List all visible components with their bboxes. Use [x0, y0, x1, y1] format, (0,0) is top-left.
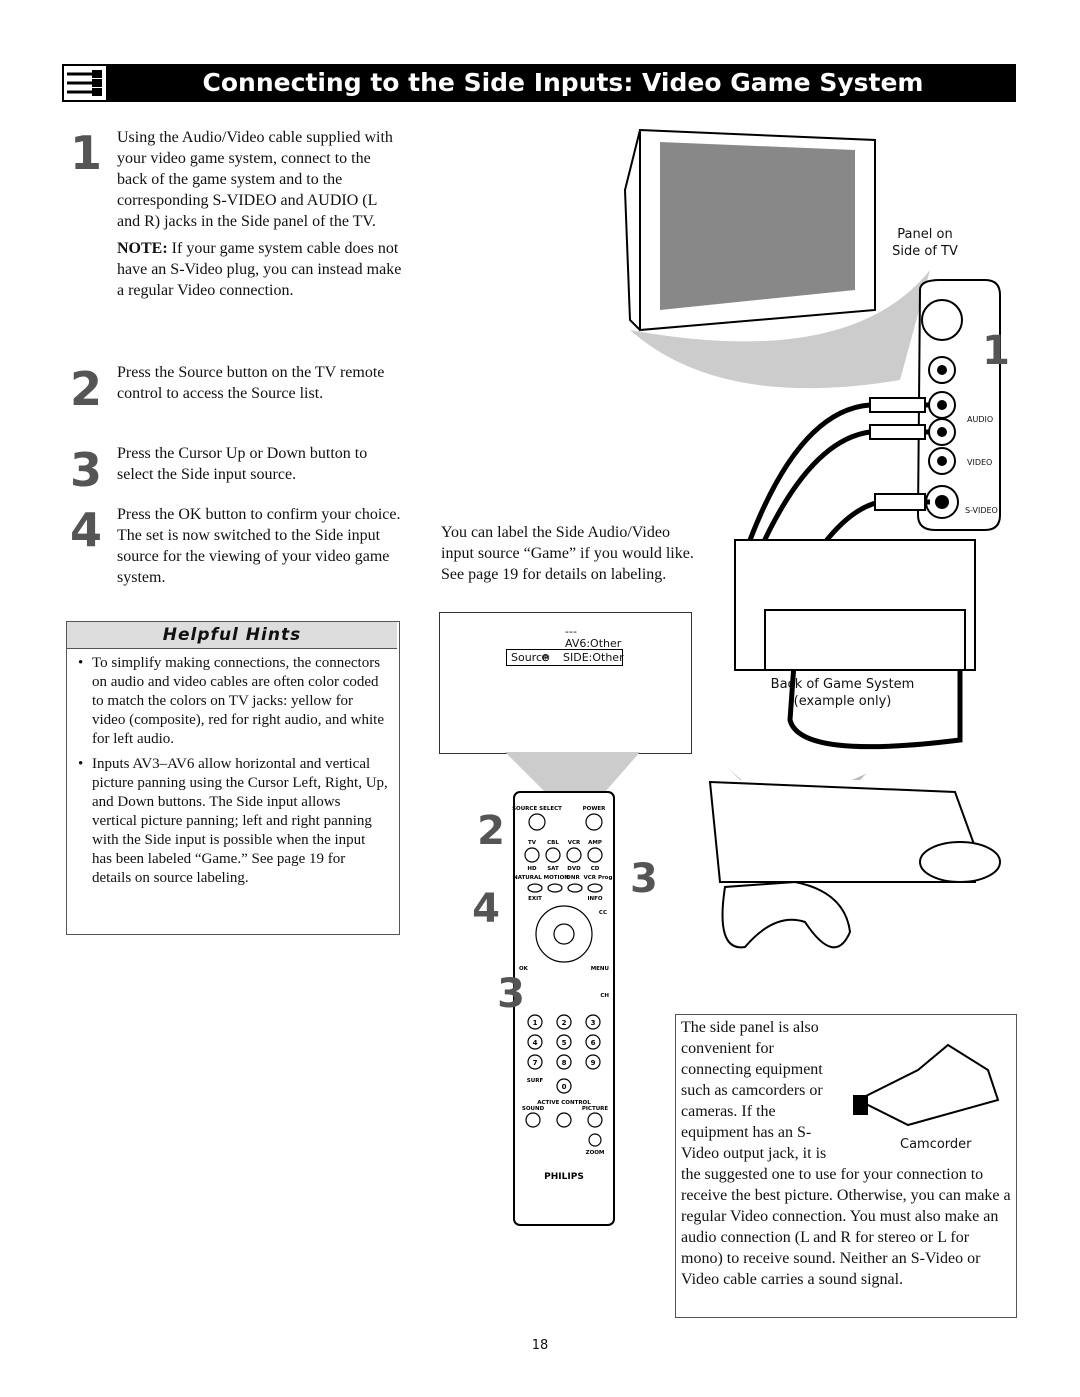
step-2-text: Press the Source button on the TV remote…: [117, 362, 402, 410]
note: NOTE: If your game system cable does not…: [117, 238, 402, 301]
audio-label: AUDIO: [967, 415, 994, 424]
cable-connectors-icon: [64, 66, 106, 100]
callout-3b: 3: [497, 971, 525, 1017]
label-vcr[interactable]: VCR: [568, 840, 581, 846]
cursor-icon: ⊛: [541, 652, 551, 664]
callout-3: 3: [630, 856, 658, 902]
step-text: Press the Source button on the TV remote…: [117, 364, 385, 402]
label-8[interactable]: 8: [562, 1059, 567, 1067]
manual-page: { "header":{"title":"Connecting to the S…: [0, 0, 1080, 1397]
label-cc[interactable]: CC: [599, 910, 607, 916]
label-exit[interactable]: EXIT: [528, 896, 542, 902]
callout-4: 4: [472, 886, 500, 932]
label-6[interactable]: 6: [591, 1039, 596, 1047]
svideo-label: S-VIDEO: [965, 506, 998, 515]
label-vcr-prog[interactable]: VCR Prog.: [584, 875, 615, 881]
osd-current-item: SIDE:Other: [563, 651, 624, 664]
label-0[interactable]: 0: [562, 1083, 567, 1091]
hints-list: To simplify making connections, the conn…: [78, 654, 388, 894]
label-picture[interactable]: PICTURE: [582, 1106, 609, 1112]
callout-1: 1: [982, 328, 1010, 374]
label-natural-motion[interactable]: NATURAL MOTION: [513, 875, 569, 881]
osd-selected-row[interactable]: Source ⊛ SIDE:Other: [506, 649, 624, 666]
page-title: Connecting to the Side Inputs: Video Gam…: [202, 68, 924, 97]
label-note: You can label the Side Audio/Video input…: [441, 524, 694, 583]
step-number: 1: [70, 126, 103, 180]
label-amp[interactable]: AMP: [588, 840, 602, 846]
label-dnr[interactable]: DNR: [566, 875, 580, 881]
page-number: 18: [531, 1338, 549, 1353]
step-3-text: Press the Cursor Up or Down button to se…: [117, 443, 402, 491]
onscreen-source-menu: --- AV6:Other Source ⊛ SIDE:Other: [439, 612, 692, 754]
callout-2: 2: [477, 808, 505, 854]
camcorder-text: The side panel is also convenient for co…: [681, 1017, 1011, 1290]
game-system-back-icon: [734, 539, 976, 671]
label-hd[interactable]: HD: [527, 866, 537, 872]
label-surf[interactable]: SURF: [527, 1078, 544, 1084]
remote-brand: PHILIPS: [544, 1172, 584, 1182]
label-5[interactable]: 5: [562, 1039, 567, 1047]
label-sat[interactable]: SAT: [547, 866, 559, 872]
hint-item: Inputs AV3–AV6 allow horizontal and vert…: [78, 755, 388, 888]
label-cd[interactable]: CD: [591, 866, 600, 872]
label-source-select[interactable]: SOURCE SELECT: [512, 806, 562, 812]
note-label: NOTE:: [117, 240, 168, 257]
hint-item: To simplify making connections, the conn…: [78, 654, 388, 749]
label-cbl[interactable]: CBL: [547, 840, 559, 846]
step-text: Using the Audio/Video cable supplied wit…: [117, 129, 393, 230]
label-2[interactable]: 2: [562, 1019, 567, 1027]
label-ch[interactable]: CH: [600, 993, 609, 999]
panel-caption: Panel on Side of TV: [892, 227, 958, 259]
label-4[interactable]: 4: [533, 1039, 538, 1047]
step-number: 2: [70, 362, 103, 416]
float-spacer: [841, 1017, 1011, 1157]
label-9[interactable]: 9: [591, 1059, 596, 1067]
label-power[interactable]: POWER: [583, 806, 607, 812]
hints-title: Helpful Hints: [67, 622, 397, 649]
label-7[interactable]: 7: [533, 1059, 538, 1067]
label-menu[interactable]: MENU: [591, 966, 609, 972]
step-number: 4: [70, 503, 103, 557]
label-3[interactable]: 3: [591, 1019, 596, 1027]
label-dvd[interactable]: DVD: [567, 866, 581, 872]
game-caption: Back of Game System (example only): [770, 677, 915, 709]
label-info[interactable]: INFO: [587, 896, 602, 902]
step-text: Press the Cursor Up or Down button to se…: [117, 445, 368, 483]
step-4-text: Press the OK button to confirm your choi…: [117, 504, 402, 594]
label-zoom[interactable]: ZOOM: [586, 1150, 605, 1156]
label-sound[interactable]: SOUND: [522, 1106, 545, 1112]
label-1[interactable]: 1: [533, 1019, 538, 1027]
side-panel-icon: [916, 279, 1001, 531]
step-number: 3: [70, 443, 103, 497]
label-tv[interactable]: TV: [528, 840, 537, 846]
game-console-icon: [708, 780, 1001, 949]
step-text: Press the OK button to confirm your choi…: [117, 506, 401, 586]
step-1-text: Using the Audio/Video cable supplied wit…: [117, 127, 402, 307]
video-label: VIDEO: [967, 458, 993, 467]
tv-icon: [623, 128, 876, 332]
